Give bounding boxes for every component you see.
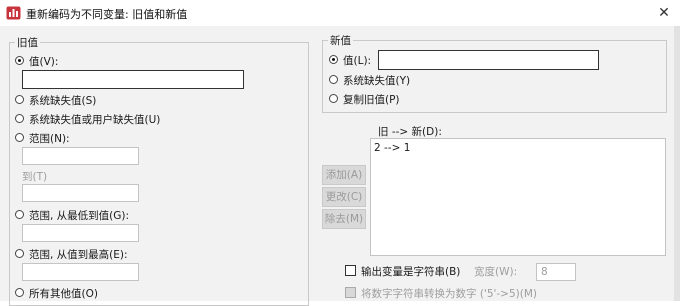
window-title: 重新编码为不同变量: 旧值和新值 xyxy=(26,8,188,21)
old-range-lowest-label: 范围, 从最低到值(G): xyxy=(29,210,130,222)
through-label: 到(T) xyxy=(22,171,48,183)
old-system-missing-radio[interactable] xyxy=(15,95,24,104)
change-button[interactable]: 更改(C) xyxy=(322,187,366,207)
old-all-other-radio[interactable] xyxy=(15,288,24,297)
mapping-list-item[interactable]: 2 --> 1 xyxy=(374,142,410,154)
old-range-highest-radio[interactable] xyxy=(15,249,24,258)
new-system-missing-radio[interactable] xyxy=(329,75,338,84)
new-system-missing-label: 系统缺失值(Y) xyxy=(343,75,411,87)
mapping-list-label: 旧 --> 新(D): xyxy=(378,126,442,138)
old-range-lowest-radio[interactable] xyxy=(15,210,24,219)
range-lowest-input[interactable] xyxy=(22,224,139,242)
convert-numeric-checkbox[interactable] xyxy=(345,287,356,298)
range-highest-input[interactable] xyxy=(22,263,139,281)
close-button[interactable]: ✕ xyxy=(654,3,674,23)
old-system-missing-label: 系统缺失值(S) xyxy=(29,95,97,107)
output-string-label: 输出变量是字符串(B) xyxy=(361,266,461,278)
old-range-radio[interactable] xyxy=(15,133,24,142)
add-button[interactable]: 添加(A) xyxy=(322,165,366,185)
width-label: 宽度(W): xyxy=(474,266,518,278)
new-value-label: 值(L): xyxy=(343,55,372,67)
new-copy-old-radio[interactable] xyxy=(329,94,338,103)
old-system-or-user-missing-label: 系统缺失值或用户缺失值(U) xyxy=(29,114,161,126)
old-system-or-user-missing-radio[interactable] xyxy=(15,114,24,123)
old-value-input[interactable] xyxy=(22,70,244,89)
old-range-label: 范围(N): xyxy=(29,133,70,145)
range-to-input[interactable] xyxy=(22,184,139,202)
mapping-list[interactable]: 2 --> 1 xyxy=(370,138,666,256)
old-value-label: 值(V): xyxy=(29,56,59,68)
old-value-radio[interactable] xyxy=(15,56,24,65)
close-icon: ✕ xyxy=(658,5,670,21)
new-value-group-label: 新值 xyxy=(328,33,353,48)
old-all-other-label: 所有其他值(O) xyxy=(29,288,98,300)
remove-button[interactable]: 除去(M) xyxy=(322,209,366,229)
app-icon xyxy=(6,6,21,20)
new-value-radio[interactable] xyxy=(329,55,338,64)
output-string-checkbox[interactable] xyxy=(345,265,356,276)
range-from-input[interactable] xyxy=(22,147,139,165)
width-input[interactable]: 8 xyxy=(536,263,576,281)
new-value-input[interactable] xyxy=(378,50,599,70)
old-value-group-label: 旧值 xyxy=(15,35,40,50)
width-value: 8 xyxy=(541,266,548,278)
window-edge xyxy=(674,26,680,301)
old-range-highest-label: 范围, 从值到最高(E): xyxy=(29,249,128,261)
title-bar: 重新编码为不同变量: 旧值和新值 ✕ xyxy=(0,0,680,26)
new-copy-old-label: 复制旧值(P) xyxy=(343,94,400,106)
convert-numeric-label: 将数字字符串转换为数字 ('5'->5)(M) xyxy=(361,288,538,300)
